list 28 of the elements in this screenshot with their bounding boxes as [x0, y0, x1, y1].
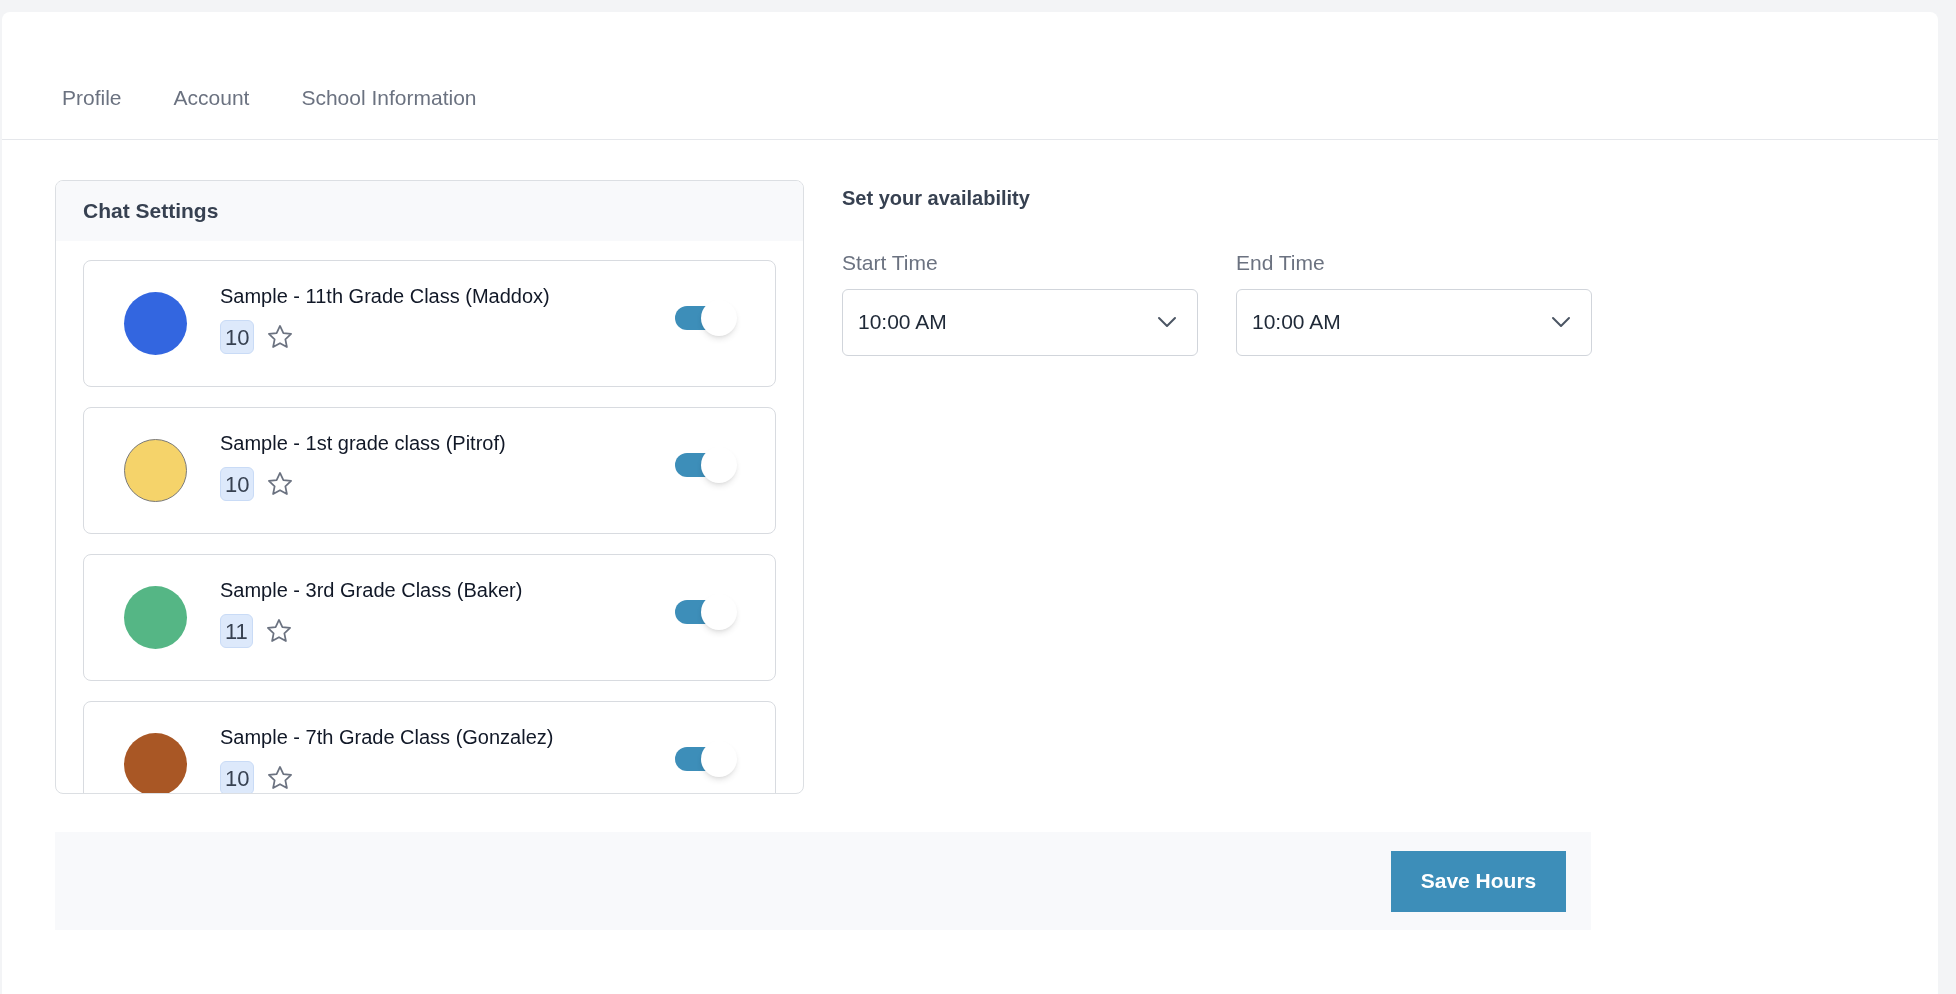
panel-title: Chat Settings	[83, 198, 219, 225]
class-name: Sample - 3rd Grade Class (Baker)	[220, 578, 524, 603]
star-icon[interactable]	[264, 617, 293, 645]
time-dropdown[interactable]: 10:00 AM	[842, 288, 1198, 356]
class-name: Sample - 1st grade class (Pitrof)	[220, 431, 507, 456]
tab[interactable]: Profile	[62, 82, 122, 112]
toggle-switch[interactable]	[675, 740, 737, 777]
chevron-down-icon	[1551, 316, 1571, 328]
count-badge: 10	[220, 761, 255, 793]
tab[interactable]: School Information	[301, 82, 477, 112]
count-badge: 10	[220, 467, 255, 501]
section-title: Set your availability	[842, 186, 1031, 211]
field-label: Start Time	[842, 250, 939, 276]
count-badge: 10	[220, 320, 255, 354]
toggle-switch[interactable]	[675, 299, 737, 336]
toggle-switch[interactable]	[675, 446, 737, 483]
time-dropdown[interactable]: 10:00 AM	[1236, 288, 1592, 356]
star-icon[interactable]	[266, 323, 295, 351]
class-name: Sample - 11th Grade Class (Maddox)	[220, 284, 551, 309]
star-icon[interactable]	[266, 764, 295, 792]
toggle-switch[interactable]	[675, 593, 737, 630]
field-label: End Time	[1236, 250, 1326, 276]
save-hours-button[interactable]: Save Hours	[1391, 850, 1566, 912]
count-badge: 11	[220, 614, 253, 648]
class-name: Sample - 7th Grade Class (Gonzalez)	[220, 725, 555, 750]
star-icon[interactable]	[266, 470, 295, 498]
tab[interactable]: Account	[173, 82, 250, 112]
chevron-down-icon	[1157, 316, 1177, 328]
